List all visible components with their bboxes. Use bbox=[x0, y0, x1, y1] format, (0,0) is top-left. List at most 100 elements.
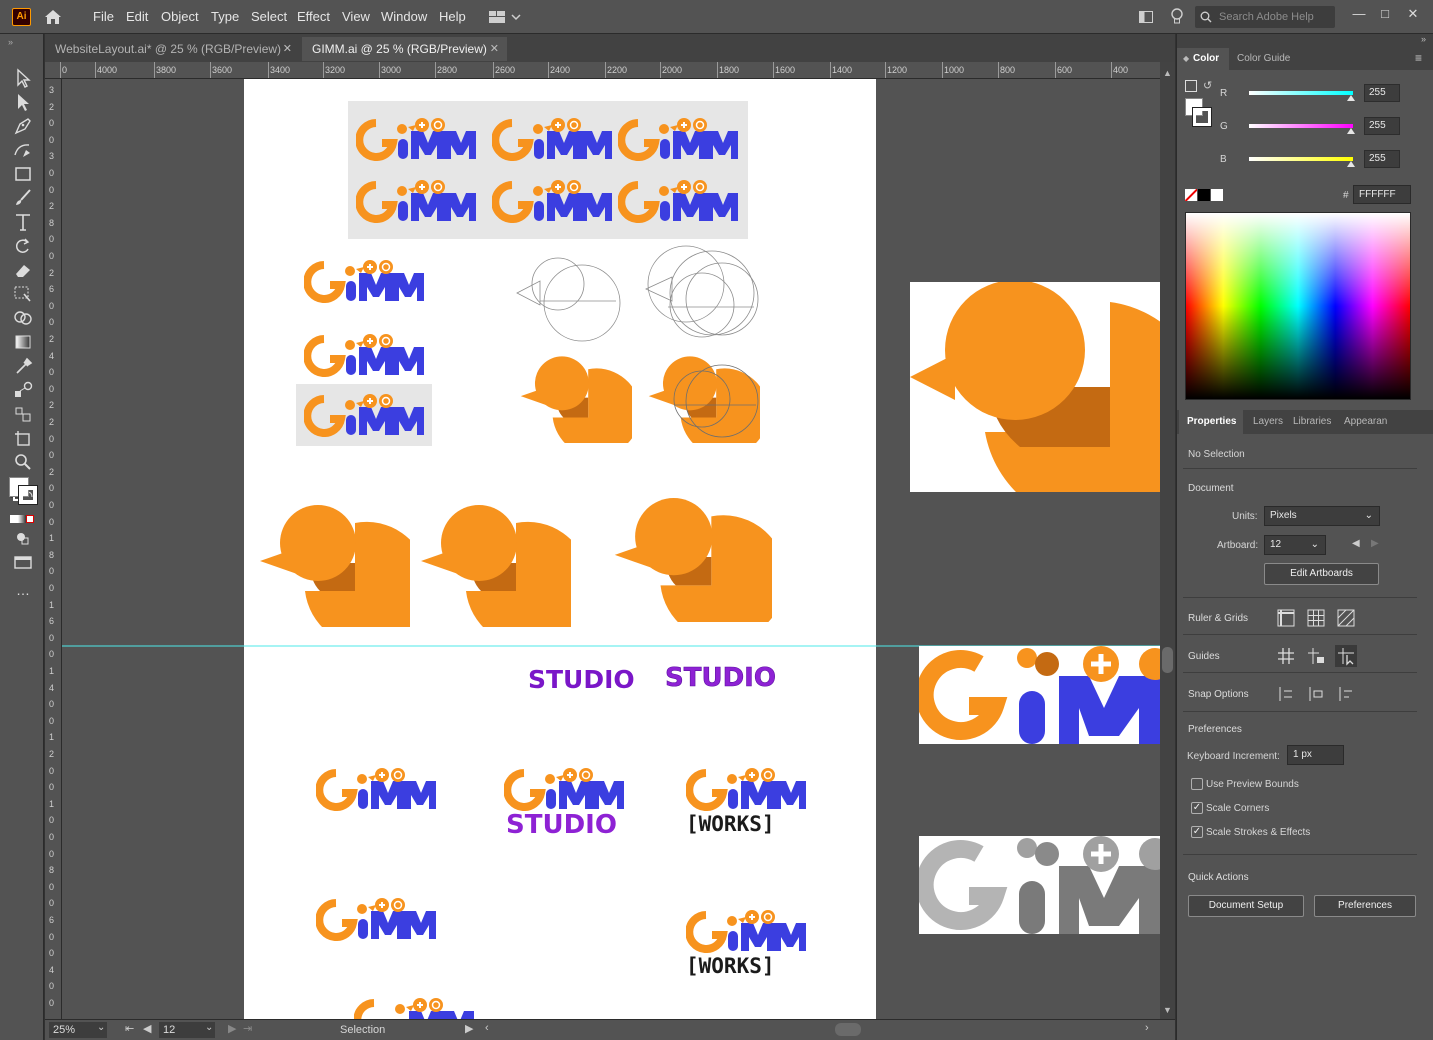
vertical-ruler[interactable]: 3 2 0 0 3 0 0 2 8 0 0 2 6 0 0 2 4 0 0 2 2 0 0 2 0 0 0 1 8 0 0 1 6 0 0 1 4 0 0 1… bbox=[45, 79, 62, 1019]
more-tools-icon[interactable]: … bbox=[16, 582, 30, 598]
channel-slider-g[interactable] bbox=[1249, 124, 1353, 128]
menu-view[interactable]: View bbox=[342, 9, 370, 24]
studio-text-1[interactable]: STUDIO bbox=[528, 665, 635, 694]
vertical-scrollbar[interactable]: ▲ ▼ bbox=[1160, 62, 1175, 1019]
direct-selection-tool-icon[interactable] bbox=[12, 92, 34, 112]
tab-layers[interactable]: Layers bbox=[1253, 416, 1283, 427]
gradient-tool-icon[interactable] bbox=[12, 332, 34, 352]
tab-color-guide[interactable]: Color Guide bbox=[1237, 53, 1290, 64]
tab-properties[interactable]: Properties bbox=[1179, 410, 1243, 434]
next-artboard-panel-icon[interactable]: ▶ bbox=[1371, 538, 1379, 549]
color-spectrum[interactable] bbox=[1185, 212, 1411, 400]
swap-colors-icon[interactable]: ↺ bbox=[1203, 79, 1212, 92]
channel-slider-r[interactable] bbox=[1249, 91, 1353, 95]
white-swatch[interactable] bbox=[1211, 189, 1223, 201]
selection-tool-icon[interactable] bbox=[12, 68, 34, 88]
close-tab-icon[interactable]: ✕ bbox=[490, 37, 499, 61]
snap-to-pixel-icon[interactable] bbox=[1305, 683, 1327, 705]
use-preview-bounds-checkbox[interactable] bbox=[1191, 778, 1203, 790]
type-tool-icon[interactable] bbox=[12, 212, 34, 232]
next-artboard-icon[interactable]: ▶ bbox=[228, 1022, 236, 1035]
zoom-dropdown-icon[interactable]: ⌄ bbox=[97, 1022, 105, 1033]
curvature-tool-icon[interactable] bbox=[12, 140, 34, 160]
preferences-button[interactable]: Preferences bbox=[1314, 895, 1416, 917]
canvas[interactable]: STUDIO STUDIO STUDIO [WORKS] [WORKS] bbox=[62, 79, 1160, 1019]
home-icon[interactable] bbox=[42, 7, 64, 27]
first-artboard-icon[interactable]: ⇤ bbox=[125, 1022, 134, 1035]
draw-mode-icon[interactable] bbox=[12, 528, 34, 548]
show-guides-icon[interactable] bbox=[1275, 645, 1297, 667]
menu-select[interactable]: Select bbox=[251, 9, 287, 24]
menu-object[interactable]: Object bbox=[161, 9, 199, 24]
scroll-right-icon[interactable]: › bbox=[1145, 1022, 1149, 1034]
color-panel-stroke-swatch[interactable] bbox=[1192, 107, 1212, 127]
artboard-tool-icon[interactable] bbox=[12, 428, 34, 448]
document-setup-button[interactable]: Document Setup bbox=[1188, 895, 1304, 917]
close-window-button[interactable]: ✕ bbox=[1398, 4, 1428, 26]
menu-file[interactable]: File bbox=[93, 9, 114, 24]
lightbulb-icon[interactable] bbox=[1170, 8, 1184, 26]
none-swatch[interactable] bbox=[1185, 189, 1197, 201]
artwork-canvas[interactable]: STUDIO STUDIO STUDIO [WORKS] [WORKS] bbox=[62, 79, 1160, 1019]
channel-slider-knob[interactable] bbox=[1347, 95, 1355, 101]
arrange-documents-icon[interactable] bbox=[1138, 9, 1154, 25]
eyedropper-tool-icon[interactable] bbox=[12, 356, 34, 376]
edit-artboards-button[interactable]: Edit Artboards bbox=[1264, 563, 1379, 585]
eraser-tool-icon[interactable] bbox=[12, 260, 34, 280]
maximize-button[interactable]: □ bbox=[1370, 4, 1400, 26]
search-help-input[interactable]: Search Adobe Help bbox=[1195, 6, 1335, 28]
color-mode-buttons[interactable] bbox=[10, 512, 38, 523]
collapse-panels-icon[interactable]: » bbox=[1421, 34, 1426, 44]
tab-gimm[interactable]: GIMM.ai @ 25 % (RGB/Preview) ✕ bbox=[302, 37, 507, 61]
workspace-switcher-icon[interactable] bbox=[488, 8, 524, 26]
grid-icon[interactable] bbox=[1305, 607, 1327, 629]
tab-website-layout[interactable]: WebsiteLayout.ai* @ 25 % (RGB/Preview) ✕ bbox=[45, 37, 300, 61]
logo-color-artboard[interactable] bbox=[919, 646, 1160, 744]
rectangle-tool-icon[interactable] bbox=[12, 164, 34, 184]
shape-builder-tool-icon[interactable] bbox=[12, 308, 34, 328]
channel-value-r[interactable]: 255 bbox=[1364, 84, 1400, 102]
horizontal-ruler[interactable]: 0 4000 3800 3600 3400 3200 3000 2800 2600 2400 220… bbox=[45, 62, 1160, 79]
rotate-tool-icon[interactable] bbox=[12, 236, 34, 256]
free-transform-tool-icon[interactable] bbox=[12, 284, 34, 304]
close-tab-icon[interactable]: ✕ bbox=[283, 37, 292, 61]
last-artboard-icon[interactable]: ⇥ bbox=[243, 1022, 252, 1035]
keyboard-increment-input[interactable]: 1 px bbox=[1287, 745, 1344, 765]
scale-strokes-checkbox[interactable]: ✓ bbox=[1191, 826, 1203, 838]
channel-value-b[interactable]: 255 bbox=[1364, 150, 1400, 168]
ruler-icon[interactable] bbox=[1275, 607, 1297, 629]
channel-slider-b[interactable] bbox=[1249, 157, 1353, 161]
artboard-dropdown[interactable]: 12 ⌄ bbox=[1264, 535, 1326, 555]
units-dropdown[interactable]: Pixels ⌄ bbox=[1264, 506, 1380, 526]
blend-tool-icon[interactable] bbox=[12, 380, 34, 400]
default-colors-icon[interactable] bbox=[1185, 80, 1197, 92]
bird-artboard-preview[interactable] bbox=[910, 280, 1160, 525]
logo-studio-text[interactable]: STUDIO bbox=[506, 810, 617, 840]
symbol-sprayer-tool-icon[interactable] bbox=[12, 404, 34, 424]
snap-to-glyph-icon[interactable] bbox=[1335, 683, 1357, 705]
lock-guides-icon[interactable] bbox=[1305, 645, 1327, 667]
previous-artboard-icon[interactable]: ◀ bbox=[143, 1022, 151, 1035]
zoom-tool-icon[interactable] bbox=[12, 452, 34, 472]
previous-artboard-panel-icon[interactable]: ◀ bbox=[1352, 538, 1360, 549]
scale-corners-checkbox[interactable]: ✓ bbox=[1191, 802, 1203, 814]
pen-tool-icon[interactable] bbox=[12, 116, 34, 136]
screen-mode-icon[interactable] bbox=[12, 552, 34, 572]
black-swatch[interactable] bbox=[1198, 189, 1210, 201]
menu-edit[interactable]: Edit bbox=[126, 9, 148, 24]
transparency-grid-icon[interactable] bbox=[1335, 607, 1357, 629]
hex-input[interactable]: FFFFFF bbox=[1353, 185, 1411, 204]
channel-slider-knob[interactable] bbox=[1347, 161, 1355, 167]
scroll-left-icon[interactable]: ‹ bbox=[485, 1022, 489, 1034]
stroke-color-swatch[interactable] bbox=[18, 485, 38, 505]
menu-help[interactable]: Help bbox=[439, 9, 466, 24]
vertical-scroll-thumb[interactable] bbox=[1162, 647, 1173, 673]
channel-slider-knob[interactable] bbox=[1347, 128, 1355, 134]
panel-menu-icon[interactable]: ≡ bbox=[1415, 51, 1422, 65]
menu-effect[interactable]: Effect bbox=[297, 9, 330, 24]
snap-to-point-icon[interactable] bbox=[1275, 683, 1297, 705]
channel-value-g[interactable]: 255 bbox=[1364, 117, 1400, 135]
works-text-1[interactable]: [WORKS] bbox=[686, 812, 775, 836]
horizontal-scroll-thumb[interactable] bbox=[835, 1023, 861, 1036]
artboard-dropdown-icon[interactable]: ⌄ bbox=[205, 1022, 213, 1033]
